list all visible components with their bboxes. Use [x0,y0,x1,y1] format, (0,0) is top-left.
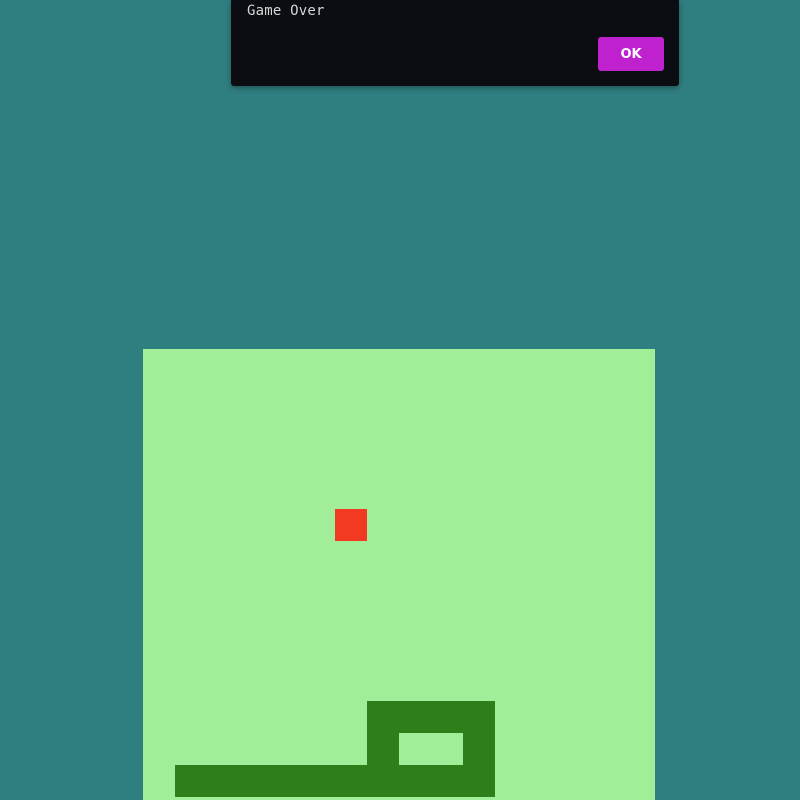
snake-segment [271,765,303,797]
snake-segment [207,765,239,797]
game-over-dialog: Game Over OK [231,0,679,86]
snake-segment [431,765,463,797]
ok-button[interactable]: OK [598,37,664,71]
snake-segment [463,733,495,765]
snake-segment [175,765,207,797]
snake-segment [399,701,431,733]
snake-segment [463,701,495,733]
snake-segment [399,765,431,797]
snake-segment [367,701,399,733]
snake-segment [367,733,399,765]
snake-segment [431,701,463,733]
snake-segment [239,765,271,797]
snake-segment [367,765,399,797]
snake-segment [463,765,495,797]
snake-segment [335,765,367,797]
food-item [335,509,367,541]
snake-segment [303,765,335,797]
dialog-message: Game Over [247,3,325,19]
game-board [143,349,655,800]
game-screen: Game Over OK [0,0,800,800]
